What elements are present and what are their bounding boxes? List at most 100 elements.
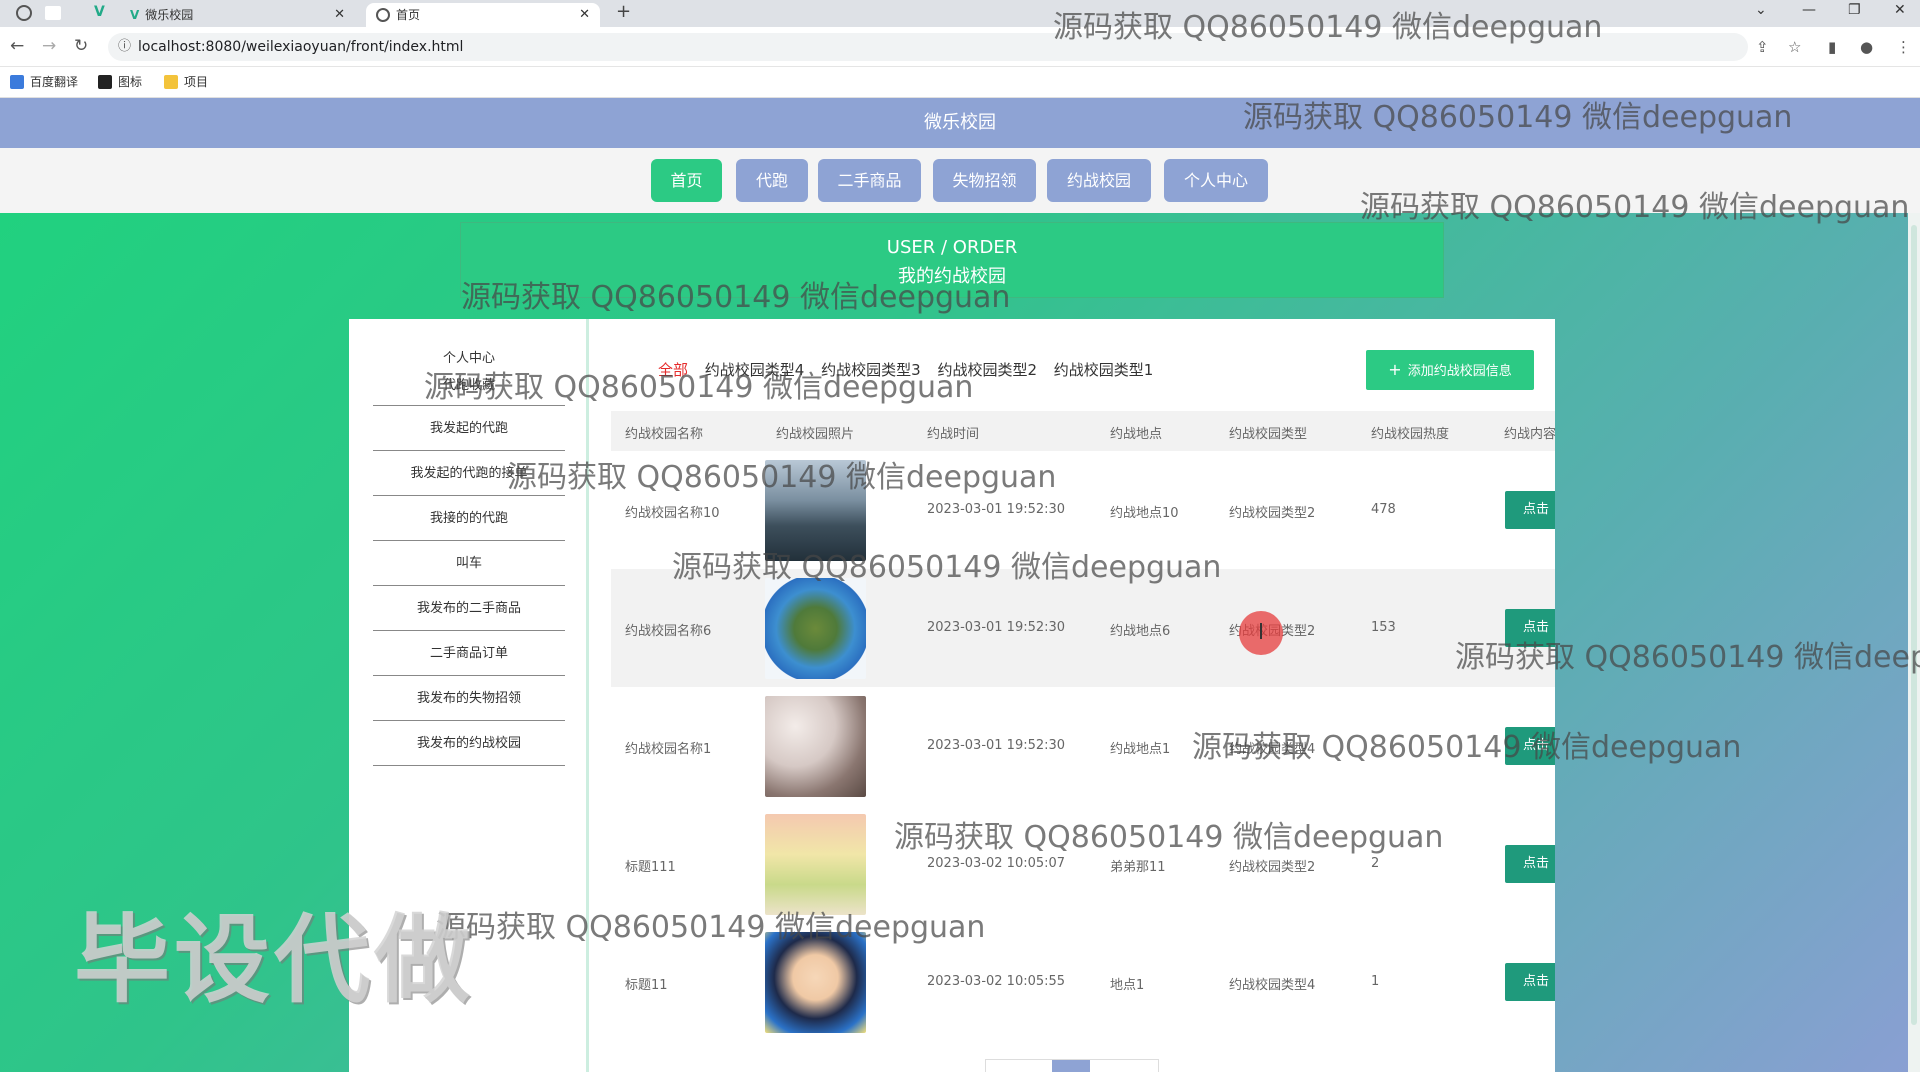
sidebar-item-call-car[interactable]: 叫车: [373, 541, 565, 586]
nav-personal-center[interactable]: 个人中心: [1164, 159, 1268, 202]
scrollbar-thumb[interactable]: [1911, 225, 1917, 1025]
folder-icon: [164, 75, 178, 89]
tiny-planet-image: [765, 578, 866, 679]
column-header: 约战校园热度: [1371, 427, 1450, 442]
column-header: 约战地点: [1110, 427, 1163, 442]
row-name: 约战校园名称6: [625, 624, 712, 639]
row-name: 标题11: [625, 978, 668, 993]
translate-icon: [10, 75, 24, 89]
forward-icon[interactable]: →: [42, 36, 56, 56]
row-name: 约战校园名称1: [625, 742, 712, 757]
table-row: 约战校园名称6 2023-03-01 19:52:30 约战地点6 约战校园类型…: [611, 569, 1555, 687]
close-window-button[interactable]: ✕: [1894, 2, 1906, 18]
restore-button[interactable]: ❐: [1848, 2, 1861, 18]
row-place: 约战地点1: [1110, 742, 1171, 757]
column-header: 约战校园照片: [776, 427, 855, 442]
row-heat: 478: [1371, 502, 1396, 517]
row-type: 约战校园类型4: [1229, 978, 1316, 993]
row-place: 地点1: [1110, 978, 1145, 993]
row-name: 约战校园名称10: [625, 506, 720, 521]
profile-icon[interactable]: ●: [1860, 38, 1873, 56]
back-icon[interactable]: ←: [10, 36, 24, 56]
more-menu-icon[interactable]: ⋮: [1896, 38, 1911, 56]
view-detail-button[interactable]: 点击: [1505, 963, 1555, 1001]
big-watermark: 毕设代做: [74, 904, 474, 1016]
site-info-icon[interactable]: ⓘ: [118, 33, 131, 61]
row-heat: 1: [1371, 974, 1380, 989]
tab-weilexiaoyuan[interactable]: V 微乐校园 ✕: [130, 3, 355, 27]
column-header: 约战校园名称: [625, 427, 704, 442]
cartoon-boy-image: [765, 932, 866, 1033]
watermark: 源码获取 QQ86050149 微信deepguan: [436, 910, 986, 945]
nav-home[interactable]: 首页: [651, 159, 722, 202]
row-place: 弟弟那11: [1110, 860, 1166, 875]
row-name: 标题111: [625, 860, 676, 875]
sidebar-item-goods-orders[interactable]: 二手商品订单: [373, 631, 565, 676]
row-time: 2023-03-02 10:05:07: [927, 856, 1066, 871]
filter-type-1[interactable]: 约战校园类型1: [1054, 361, 1154, 379]
column-header: 约战内容: [1504, 427, 1555, 442]
nav-second-hand[interactable]: 二手商品: [818, 159, 921, 202]
vue-tab-icon[interactable]: V: [94, 4, 105, 20]
row-type: 约战校园类型2: [1229, 860, 1316, 875]
tab-home[interactable]: 首页 ✕: [366, 3, 600, 27]
side-panel-icon[interactable]: ▮: [1828, 38, 1836, 56]
anime-girl-image: [765, 814, 866, 915]
reload-icon[interactable]: ↻: [74, 36, 88, 56]
bookmark-item[interactable]: 图标: [98, 74, 142, 90]
row-time: 2023-03-01 19:52:30: [927, 738, 1066, 753]
nav-lost-found[interactable]: 失物招领: [933, 159, 1036, 202]
hero-subtitle: USER / ORDER: [886, 237, 1018, 258]
bookmark-item[interactable]: 项目: [164, 74, 208, 90]
watermark: 源码获取 QQ86050149 微信deepguan: [507, 460, 1057, 495]
watermark: 源码获取 QQ86050149 微信deepguan: [424, 370, 974, 405]
watermark: 源码获取 QQ86050149 微信deepguan: [1192, 730, 1742, 765]
blank-tab-icon[interactable]: [45, 6, 61, 20]
sidebar-item-my-lost-found[interactable]: 我发布的失物招领: [373, 676, 565, 721]
column-header: 约战校园类型: [1229, 427, 1308, 442]
address-bar-row: ← → ↻ ⓘ localhost:8080/weilexiaoyuan/fro…: [0, 27, 1920, 67]
row-place: 约战地点6: [1110, 624, 1171, 639]
sidebar-item-my-goods[interactable]: 我发布的二手商品: [373, 586, 565, 631]
vue-icon: V: [130, 8, 140, 22]
pagination: [985, 1059, 1159, 1072]
watermark: 源码获取 QQ86050149 微信deepguan: [461, 280, 1011, 315]
browser-menu-icon[interactable]: [16, 5, 32, 21]
row-heat: 2: [1371, 856, 1380, 871]
minimize-button[interactable]: —: [1802, 2, 1816, 18]
watermark: 源码获取 QQ86050149 微信deepguan: [672, 550, 1222, 585]
share-icon[interactable]: ⇪: [1756, 38, 1769, 56]
globe-icon: [376, 8, 390, 22]
nav-errand[interactable]: 代跑: [736, 159, 808, 202]
sidebar-item-my-campus-match[interactable]: 我发布的约战校园: [373, 721, 565, 766]
content-panel: 个人中心 代跑收藏 我发起的代跑 我发起的代跑的接单 我接的的代跑 叫车 我发布…: [349, 319, 1555, 1072]
nav-campus-match[interactable]: 约战校园: [1047, 159, 1151, 202]
current-page-button[interactable]: [1052, 1060, 1090, 1072]
row-time: 2023-03-02 10:05:55: [927, 974, 1066, 989]
row-type: 约战校园类型2: [1229, 506, 1316, 521]
table-header: 约战校园名称 约战校园照片 约战时间 约战地点 约战校园类型 约战校园热度 约战…: [611, 411, 1555, 451]
new-tab-button[interactable]: +: [616, 1, 631, 22]
row-time: 2023-03-01 19:52:30: [927, 620, 1066, 635]
column-header: 约战时间: [927, 427, 980, 442]
bookmark-item[interactable]: 百度翻译: [10, 74, 78, 90]
watermark: 源码获取 QQ86050149 微信deepguan: [1243, 100, 1793, 135]
watermark: 源码获取 QQ86050149 微信deepguan: [1360, 190, 1910, 225]
sidebar-item-accepted-errands[interactable]: 我接的的代跑: [373, 496, 565, 541]
blossom-image: [765, 696, 866, 797]
close-tab-icon[interactable]: ✕: [334, 3, 345, 27]
plus-icon: +: [1388, 360, 1402, 379]
bookmark-star-icon[interactable]: ☆: [1788, 38, 1801, 56]
view-detail-button[interactable]: 点击: [1505, 491, 1555, 529]
watermark: 源码获取 QQ86050149 微信deepguan: [1053, 10, 1603, 45]
watermark: 源码获取 QQ86050149 微信deep: [1455, 640, 1920, 675]
tab-search-icon[interactable]: ⌄: [1755, 2, 1767, 18]
watermark: 源码获取 QQ86050149 微信deepguan: [894, 820, 1444, 855]
sidebar-item-my-errands[interactable]: 我发起的代跑: [373, 406, 565, 451]
close-tab-icon[interactable]: ✕: [579, 3, 590, 27]
row-time: 2023-03-01 19:52:30: [927, 502, 1066, 517]
image-icon: [98, 75, 112, 89]
add-campus-match-button[interactable]: + 添加约战校园信息: [1366, 350, 1534, 390]
view-detail-button[interactable]: 点击: [1505, 845, 1555, 883]
row-heat: 153: [1371, 620, 1396, 635]
